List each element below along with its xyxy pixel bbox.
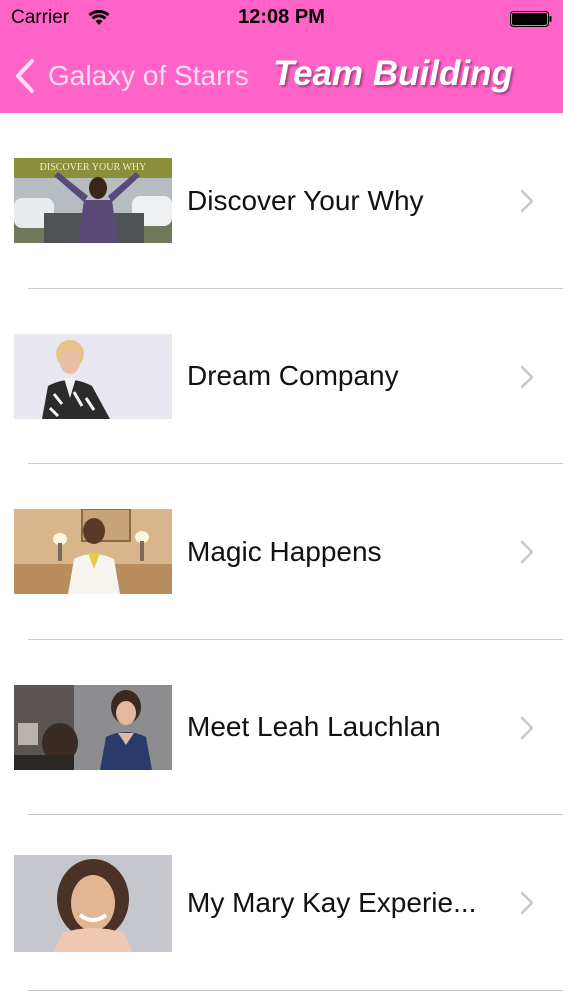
thumbnail-image: DISCOVER YOUR WHY: [14, 158, 172, 243]
list-item[interactable]: Meet Leah Lauchlan: [0, 640, 563, 815]
chevron-left-icon: [16, 59, 34, 93]
thumbnail-caption: DISCOVER YOUR WHY: [40, 162, 147, 173]
clock: 12:08 PM: [238, 6, 325, 28]
back-button[interactable]: Galaxy of Starrs: [14, 56, 249, 96]
thumbnail-image: [14, 333, 172, 419]
list-item-label: Meet Leah Lauchlan: [187, 711, 441, 742]
video-thumbnail: [14, 509, 172, 594]
chevron-right-icon: [520, 716, 534, 739]
video-thumbnail: [14, 333, 172, 419]
chevron-right-icon: [520, 540, 534, 564]
list-item[interactable]: Magic Happens: [0, 464, 563, 640]
battery-icon: [510, 11, 552, 27]
video-thumbnail: [14, 684, 172, 770]
video-thumbnail: DISCOVER YOUR WHY: [14, 158, 172, 243]
list-item-label: My Mary Kay Experie...: [187, 886, 477, 918]
list-item-label: Dream Company: [187, 360, 399, 391]
chevron-right-icon: [520, 189, 534, 213]
chevron-right-icon: [520, 365, 534, 388]
thumbnail-image: [14, 684, 172, 770]
thumbnail-image: [14, 855, 172, 952]
page-title: Team Building: [273, 54, 513, 93]
header: Carrier 12:08 PM Galaxy of Starrs Team B…: [0, 0, 563, 113]
video-list: DISCOVER YOUR WHY Discover Your Why Drea…: [0, 113, 563, 991]
back-button-label: Galaxy of Starrs: [48, 60, 249, 91]
list-item[interactable]: My Mary Kay Experie...: [0, 815, 563, 991]
navigation-bar: Galaxy of Starrs Team Building: [0, 40, 563, 113]
list-item-label: Magic Happens: [187, 535, 382, 567]
video-thumbnail: [14, 855, 172, 952]
divider: [28, 989, 563, 991]
list-item[interactable]: DISCOVER YOUR WHY Discover Your Why: [0, 113, 563, 289]
list-item[interactable]: Dream Company: [0, 289, 563, 464]
status-bar: Carrier 12:08 PM: [0, 0, 563, 40]
thumbnail-image: [14, 509, 172, 594]
list-item-label: Discover Your Why: [187, 184, 424, 216]
chevron-right-icon: [520, 891, 534, 915]
